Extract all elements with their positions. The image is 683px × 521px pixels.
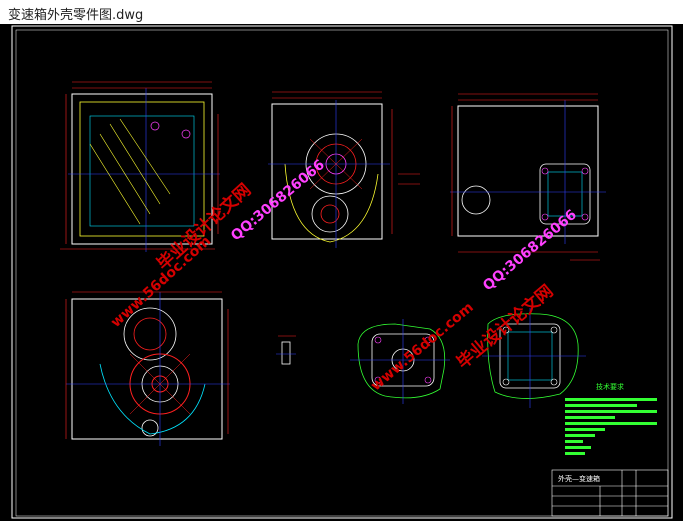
drawing-canvas[interactable]: 毕业设计论文网 www.56doc.com QQ:306826066 毕业设计论… bbox=[0, 24, 683, 521]
view-side-right bbox=[450, 93, 606, 261]
view-front-center bbox=[268, 91, 420, 248]
cad-drawing bbox=[11, 25, 673, 519]
tech-requirements-title: 技术要求 bbox=[596, 383, 624, 391]
window-title: 变速箱外壳零件图.dwg bbox=[8, 8, 144, 23]
window-titlebar: 变速箱外壳零件图.dwg bbox=[0, 0, 683, 24]
title-block-part-name: 外壳—变速箱 bbox=[558, 475, 600, 483]
drawing-border bbox=[15, 29, 669, 517]
tech-requirements-text bbox=[565, 398, 657, 455]
view-section-bottom-left bbox=[65, 291, 230, 446]
view-detail-small bbox=[276, 335, 296, 365]
